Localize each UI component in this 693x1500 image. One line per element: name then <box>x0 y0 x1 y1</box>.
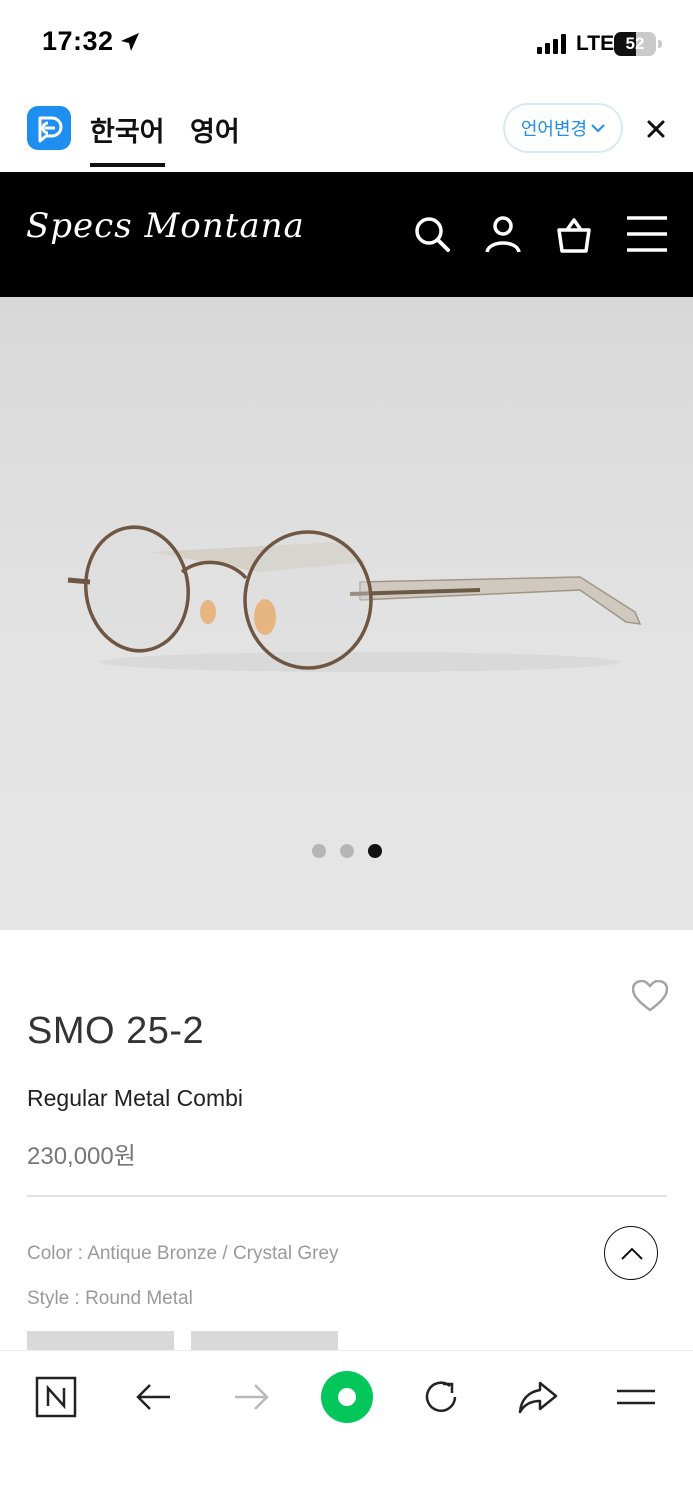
tab-korean[interactable]: 한국어 <box>90 110 165 167</box>
product-price: 230,000원 <box>27 1143 136 1170</box>
status-bar: 17:32 LTE 52 <box>0 0 693 90</box>
product-style: Style : Round Metal <box>27 1288 193 1309</box>
battery-icon: 52 <box>614 32 662 56</box>
change-language-label: 언어변경 <box>520 119 588 139</box>
share-icon[interactable] <box>516 1375 560 1419</box>
gallery-dot-active[interactable] <box>367 844 382 858</box>
collapse-details-button[interactable] <box>604 1226 658 1280</box>
chevron-up-icon <box>621 1247 643 1260</box>
menu-icon[interactable] <box>626 214 668 254</box>
change-language-button[interactable]: 언어변경 <box>503 103 623 153</box>
battery-level: 52 <box>625 34 645 53</box>
heart-icon[interactable] <box>632 980 668 1012</box>
site-logo[interactable]: Specs Montana <box>26 206 305 246</box>
product-subtitle: Regular Metal Combi <box>27 1085 244 1111</box>
product-color: Color : Antique Bronze / Crystal Grey <box>27 1243 339 1264</box>
product-image-gallery[interactable] <box>0 297 693 930</box>
naver-home-icon[interactable] <box>34 1375 78 1419</box>
product-photo-glasses <box>67 525 642 672</box>
cellular-signal-icon <box>537 34 566 54</box>
forward-arrow-icon[interactable] <box>229 1375 273 1419</box>
menu-icon[interactable] <box>614 1375 658 1419</box>
color-option-swatch[interactable] <box>191 1331 338 1351</box>
chevron-down-icon <box>591 124 605 133</box>
user-icon[interactable] <box>483 214 523 254</box>
color-option-swatch[interactable] <box>27 1331 174 1351</box>
browser-toolbar <box>0 1350 693 1500</box>
tab-english[interactable]: 영어 <box>190 110 240 149</box>
gallery-pagination <box>0 844 693 858</box>
location-arrow-icon <box>121 33 139 51</box>
refresh-icon[interactable] <box>419 1375 463 1419</box>
close-icon[interactable] <box>642 115 670 143</box>
gallery-dot[interactable] <box>311 844 326 858</box>
site-header: Specs Montana <box>0 172 693 297</box>
back-arrow-icon[interactable] <box>132 1375 176 1419</box>
status-time: 17:32 <box>42 26 114 56</box>
divider <box>27 1195 667 1197</box>
network-type: LTE <box>576 32 615 55</box>
translate-bar: 한국어 영어 언어변경 <box>0 90 693 172</box>
product-name: SMO 25-2 <box>27 1010 205 1052</box>
search-icon[interactable] <box>412 214 452 254</box>
gallery-dot[interactable] <box>339 844 354 858</box>
naver-green-dot-icon[interactable] <box>320 1370 374 1424</box>
shopping-bag-icon[interactable] <box>554 214 594 254</box>
papago-logo-icon <box>27 106 71 150</box>
